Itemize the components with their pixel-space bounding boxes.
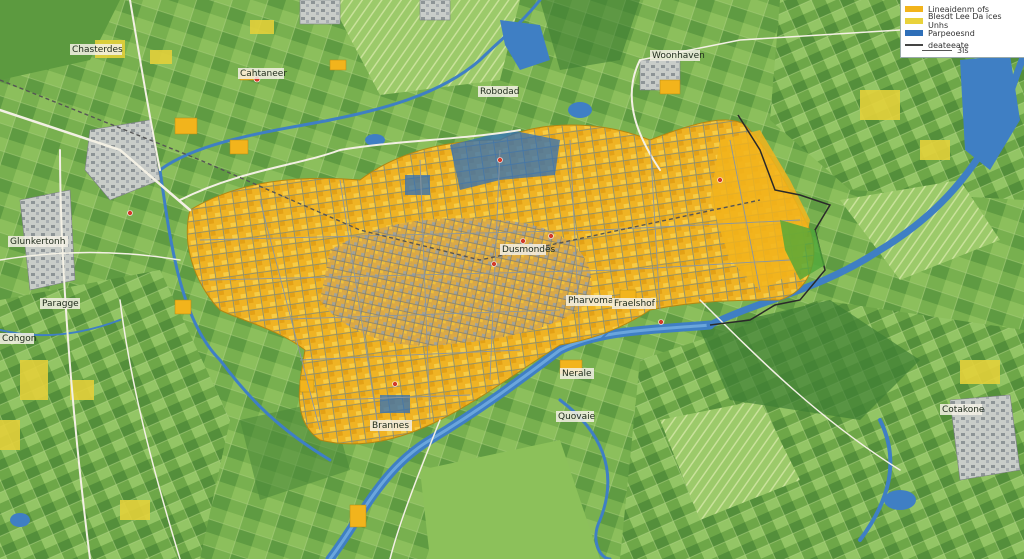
scale-bar: [922, 49, 952, 51]
map-canvas[interactable]: Chasterdes Robodad Woonhaven Glunkertonh…: [0, 0, 1024, 559]
label-cohgon: Cohgon: [2, 334, 36, 344]
legend-swatch-water: [905, 30, 923, 36]
label-dusmondes: Dusmondes: [502, 245, 556, 255]
legend-scale: 3ls: [900, 44, 1024, 56]
urban-blue-block: [405, 175, 430, 195]
label-fraelshof: Fraelshof: [614, 299, 656, 309]
label-nerale: Nerale: [562, 369, 592, 379]
label-robodad: Robodad: [480, 87, 520, 97]
label-cahtaneer: Cahtaneer: [240, 69, 287, 79]
label-glunkertonh: Glunkertonh: [10, 237, 65, 247]
legend-label: Parpeoesnd: [928, 28, 975, 38]
label-paragge: Paragge: [42, 299, 79, 309]
legend-swatch-urban: [905, 6, 923, 12]
label-pharvoma: Pharvoma: [568, 296, 613, 306]
label-quovaie: Quovaie: [558, 412, 596, 422]
legend-item: Blesdt Lee Da ices Unhs: [905, 12, 1020, 30]
label-cotakone: Cotakone: [942, 405, 985, 415]
legend-label: Blesdt Lee Da ices Unhs: [928, 12, 1002, 30]
label-chasterdes: Chasterdes: [72, 45, 123, 55]
label-brannes: Brannes: [372, 421, 409, 431]
scale-label: 3ls: [957, 45, 969, 55]
label-woonhaven: Woonhaven: [652, 51, 705, 61]
legend-swatch-crops: [905, 18, 923, 24]
